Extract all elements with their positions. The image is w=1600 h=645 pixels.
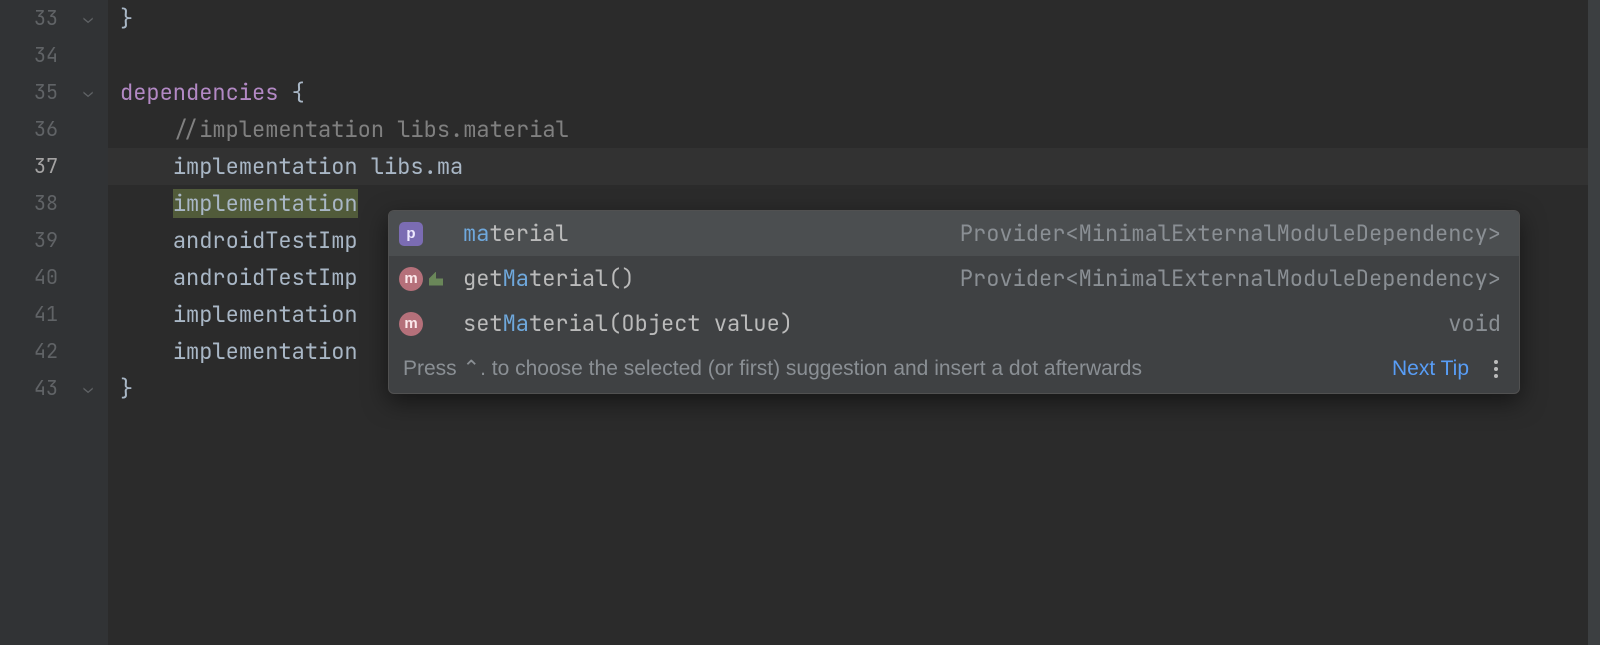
completion-popup: p material Provider<MinimalExternalModul…	[388, 210, 1520, 394]
completion-label: material	[463, 219, 950, 248]
code-line[interactable]	[108, 37, 1588, 74]
completion-item[interactable]: p material Provider<MinimalExternalModul…	[389, 211, 1519, 256]
code-line[interactable]: }	[108, 0, 1588, 37]
next-tip-link[interactable]: Next Tip	[1392, 357, 1469, 381]
fold-end-icon[interactable]: ⌄	[81, 11, 95, 25]
scrollbar-area[interactable]	[1588, 0, 1600, 645]
line-number: 39	[0, 222, 58, 259]
line-number: 36	[0, 111, 58, 148]
line-number: 41	[0, 296, 58, 333]
line-number: 34	[0, 37, 58, 74]
completion-item[interactable]: m setMaterial(Object value) void	[389, 301, 1519, 346]
method-icon: m	[399, 312, 423, 336]
property-icon: p	[399, 222, 423, 246]
completion-item[interactable]: m getMaterial() Provider<MinimalExternal…	[389, 256, 1519, 301]
line-number-current: 37	[0, 148, 58, 185]
line-number: 33	[0, 0, 58, 37]
completion-hint: Press ⌃. to choose the selected (or firs…	[389, 346, 1519, 393]
completion-type: Provider<MinimalExternalModuleDependency…	[960, 219, 1501, 248]
completion-type: void	[1448, 309, 1501, 338]
line-number: 42	[0, 333, 58, 370]
completion-label: setMaterial(Object value)	[463, 309, 1438, 338]
code-line[interactable]: //implementation libs.material	[108, 111, 1588, 148]
code-line[interactable]: dependencies {	[108, 74, 1588, 111]
visibility-icon	[429, 272, 443, 286]
line-number: 35	[0, 74, 58, 111]
fold-start-icon[interactable]: ⌄	[81, 85, 95, 99]
gutter: 33 34 35 36 37 38 39 40 41 42 43	[0, 0, 68, 645]
line-number: 38	[0, 185, 58, 222]
fold-column: ⌄ ⌄ ⌄	[68, 0, 108, 645]
code-line-caret[interactable]: implementation libs.ma	[108, 148, 1588, 185]
completion-type: Provider<MinimalExternalModuleDependency…	[960, 264, 1501, 293]
line-number: 43	[0, 370, 58, 407]
completion-label: getMaterial()	[463, 264, 950, 293]
hint-text: Press ⌃. to choose the selected (or firs…	[403, 356, 1142, 381]
fold-end-icon[interactable]: ⌄	[81, 381, 95, 395]
method-icon: m	[399, 267, 423, 291]
more-icon[interactable]	[1487, 360, 1505, 378]
line-number: 40	[0, 259, 58, 296]
